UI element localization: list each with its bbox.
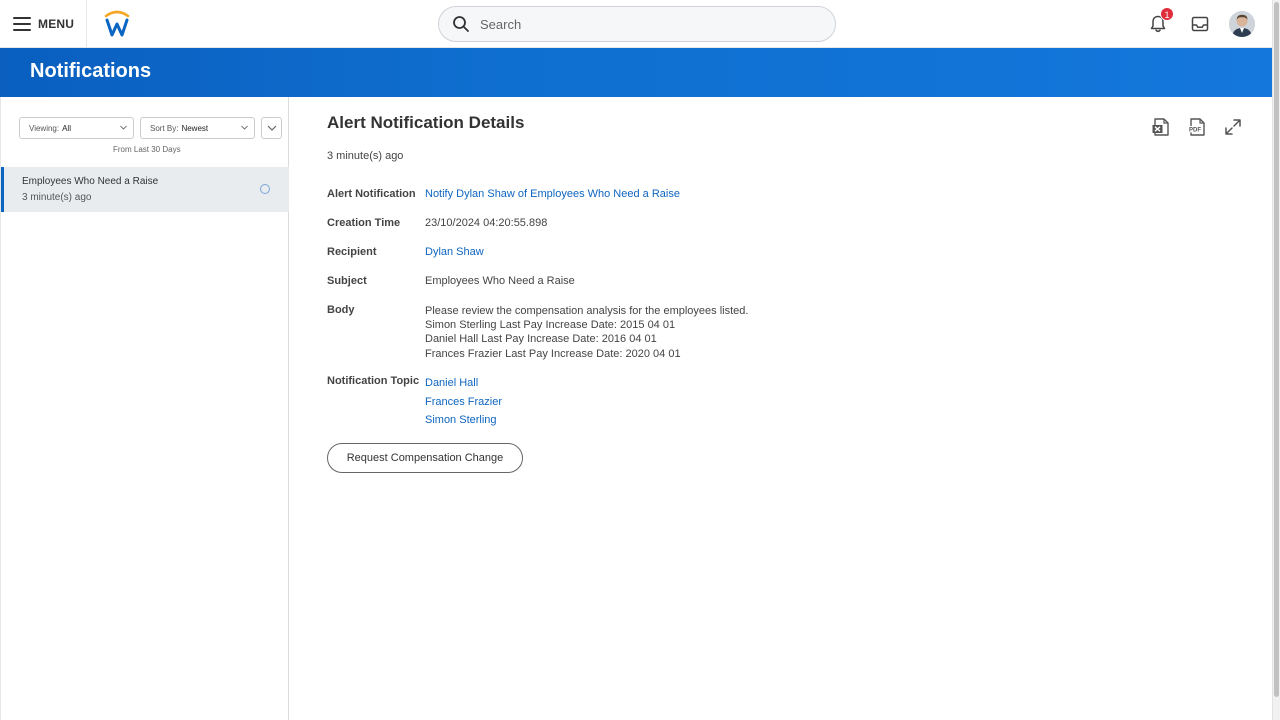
menu-button[interactable]: MENU: [0, 0, 87, 48]
viewing-label: Viewing:: [29, 123, 60, 133]
search-icon: [453, 16, 469, 32]
body-line: Please review the compensation analysis …: [425, 305, 749, 317]
topic-link-daniel-hall[interactable]: Daniel Hall: [425, 374, 502, 393]
scrollbar-thumb[interactable]: [1274, 2, 1279, 697]
creation-time-value: 23/10/2024 04:20:55.898: [425, 217, 548, 229]
recipient-label: Recipient: [327, 246, 377, 258]
hamburger-icon: [13, 17, 31, 31]
notification-topic-label: Notification Topic: [327, 375, 420, 387]
creation-time-label: Creation Time: [327, 217, 401, 229]
detail-title: Alert Notification Details: [327, 113, 525, 132]
search-input[interactable]: [480, 16, 810, 32]
notification-topic-list: Daniel Hall Frances Frazier Simon Sterli…: [425, 374, 502, 430]
fullscreen-icon[interactable]: [1223, 117, 1243, 137]
unread-indicator-icon: [260, 184, 270, 194]
menu-label: MENU: [38, 17, 75, 31]
subject-label: Subject: [327, 275, 367, 287]
list-item-time: 3 minute(s) ago: [22, 192, 92, 203]
detail-timestamp: 3 minute(s) ago: [327, 150, 404, 162]
export-excel-icon[interactable]: [1151, 117, 1171, 137]
body-text: Please review the compensation analysis …: [425, 304, 748, 361]
viewing-filter-dropdown[interactable]: Viewing: All: [19, 117, 134, 139]
sort-label: Sort By:: [150, 123, 179, 133]
viewing-value: All: [62, 123, 71, 133]
topic-link-frances-frazier[interactable]: Frances Frazier: [425, 393, 502, 412]
body-line: Simon Sterling Last Pay Increase Date: 2…: [425, 319, 676, 332]
svg-text:PDF: PDF: [1189, 128, 1201, 134]
chevron-down-icon: [120, 125, 127, 130]
request-compensation-change-button[interactable]: Request Compensation Change: [327, 443, 523, 473]
workday-logo-icon[interactable]: [104, 10, 130, 38]
notification-count-badge: 1: [1160, 7, 1174, 21]
body-line: Frances Frazier Last Pay Increase Date: …: [425, 347, 681, 360]
export-pdf-icon[interactable]: PDF: [1187, 117, 1207, 137]
subject-value: Employees Who Need a Raise: [425, 275, 575, 287]
notification-list-panel: Viewing: All Sort By: Newest From Last 3…: [0, 97, 289, 720]
user-photo-icon: [1229, 11, 1255, 37]
body-line: Daniel Hall Last Pay Increase Date: 2016…: [425, 333, 657, 346]
topic-link-simon-sterling[interactable]: Simon Sterling: [425, 411, 502, 430]
list-item[interactable]: Employees Who Need a Raise 3 minute(s) a…: [1, 167, 289, 212]
alert-notification-label: Alert Notification: [327, 188, 416, 200]
inbox-icon[interactable]: [1190, 14, 1210, 34]
date-range-text: From Last 30 Days: [113, 145, 181, 154]
avatar[interactable]: [1229, 11, 1255, 37]
top-header: MENU 1: [0, 0, 1272, 48]
sort-by-dropdown[interactable]: Sort By: Newest: [140, 117, 255, 139]
recipient-link[interactable]: Dylan Shaw: [425, 246, 484, 258]
vertical-scrollbar[interactable]: [1272, 0, 1280, 720]
search-bar[interactable]: [438, 6, 836, 42]
page-title-banner: Notifications: [0, 48, 1272, 97]
body-label: Body: [327, 304, 355, 316]
page-title: Notifications: [30, 60, 152, 82]
alert-notification-link[interactable]: Notify Dylan Shaw of Employees Who Need …: [425, 188, 680, 200]
sort-value: Newest: [181, 123, 209, 133]
more-options-button[interactable]: [261, 117, 282, 139]
list-item-title: Employees Who Need a Raise: [22, 176, 159, 187]
chevron-down-icon: [241, 125, 248, 130]
chevron-down-icon: [267, 125, 277, 131]
